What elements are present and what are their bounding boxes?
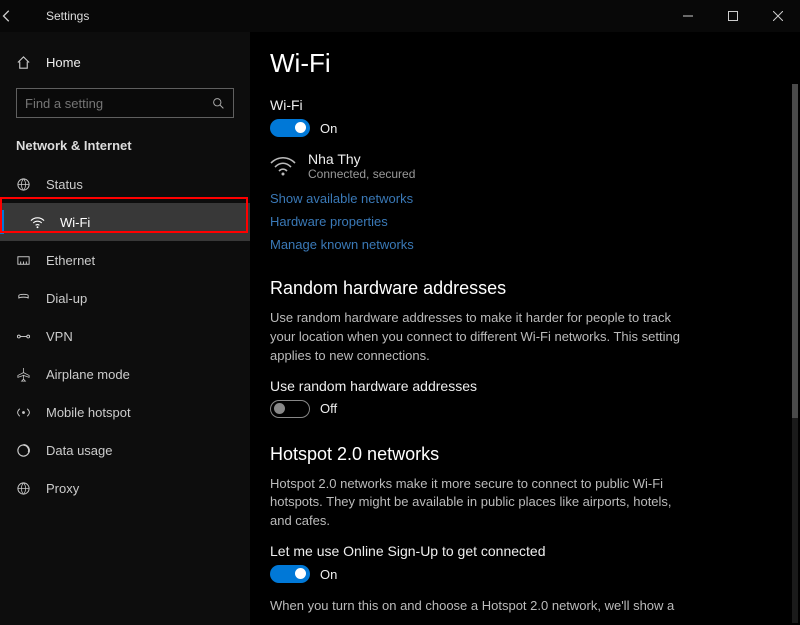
home-icon xyxy=(16,55,32,70)
sidebar-nav: Status Wi-Fi Ethernet Dial-up xyxy=(0,165,250,507)
datausage-icon xyxy=(16,443,32,458)
random-hw-desc: Use random hardware addresses to make it… xyxy=(270,309,690,366)
sidebar-home-label: Home xyxy=(46,55,81,70)
dialup-icon xyxy=(16,291,32,306)
proxy-icon xyxy=(16,481,32,496)
hotspot-heading: Hotspot 2.0 networks xyxy=(270,444,776,465)
sidebar-item-label: Proxy xyxy=(46,481,79,496)
airplane-icon xyxy=(16,367,32,382)
hotspot-desc: Hotspot 2.0 networks make it more secure… xyxy=(270,475,690,532)
sidebar-item-label: VPN xyxy=(46,329,73,344)
hotspot-toggle-label: Let me use Online Sign-Up to get connect… xyxy=(270,543,776,559)
content-pane: Wi-Fi Wi-Fi On Nha Thy Connected, secure… xyxy=(250,32,800,625)
ethernet-icon xyxy=(16,253,32,268)
sidebar-item-hotspot[interactable]: Mobile hotspot xyxy=(0,393,250,431)
hotspot-icon xyxy=(16,405,32,420)
random-hw-heading: Random hardware addresses xyxy=(270,278,776,299)
sidebar-item-wifi[interactable]: Wi-Fi xyxy=(0,203,250,241)
network-status: Connected, secured xyxy=(308,167,415,181)
sidebar-item-label: Data usage xyxy=(46,443,113,458)
scrollbar-thumb[interactable] xyxy=(792,84,798,418)
sidebar-item-label: Mobile hotspot xyxy=(46,405,131,420)
random-hw-toggle-label: Use random hardware addresses xyxy=(270,378,776,394)
hotspot-toggle[interactable] xyxy=(270,565,310,583)
link-hardware-properties[interactable]: Hardware properties xyxy=(270,214,776,229)
random-hw-toggle-state: Off xyxy=(320,401,337,416)
sidebar-item-label: Dial-up xyxy=(46,291,87,306)
network-name: Nha Thy xyxy=(308,151,415,167)
wifi-label: Wi-Fi xyxy=(270,97,776,113)
hotspot-toggle-state: On xyxy=(320,567,337,582)
sidebar-home[interactable]: Home xyxy=(0,42,250,82)
close-button[interactable] xyxy=(755,0,800,32)
wifi-toggle-state: On xyxy=(320,121,337,136)
wifi-signal-icon xyxy=(270,155,296,177)
sidebar-item-datausage[interactable]: Data usage xyxy=(0,431,250,469)
current-network[interactable]: Nha Thy Connected, secured xyxy=(270,151,776,181)
random-hw-toggle[interactable] xyxy=(270,400,310,418)
sidebar-item-proxy[interactable]: Proxy xyxy=(0,469,250,507)
search-icon xyxy=(212,97,225,110)
vpn-icon xyxy=(16,329,32,344)
link-known-networks[interactable]: Manage known networks xyxy=(270,237,776,252)
titlebar: Settings xyxy=(0,0,800,32)
selection-accent xyxy=(0,210,4,234)
search-input[interactable] xyxy=(25,96,212,111)
sidebar-item-airplane[interactable]: Airplane mode xyxy=(0,355,250,393)
back-button[interactable] xyxy=(0,9,46,23)
scrollbar[interactable] xyxy=(792,84,798,623)
sidebar-item-label: Status xyxy=(46,177,83,192)
window-title: Settings xyxy=(46,9,89,23)
sidebar-item-ethernet[interactable]: Ethernet xyxy=(0,241,250,279)
page-title: Wi-Fi xyxy=(270,48,776,79)
sidebar-item-label: Wi-Fi xyxy=(60,215,90,230)
wifi-toggle[interactable] xyxy=(270,119,310,137)
link-show-networks[interactable]: Show available networks xyxy=(270,191,776,206)
sidebar: Home Network & Internet Status Wi-Fi xyxy=(0,32,250,625)
search-box[interactable] xyxy=(16,88,234,118)
sidebar-item-label: Airplane mode xyxy=(46,367,130,382)
status-icon xyxy=(16,177,32,192)
wifi-icon xyxy=(30,215,46,230)
sidebar-category: Network & Internet xyxy=(0,128,250,161)
maximize-button[interactable] xyxy=(710,0,755,32)
sidebar-item-vpn[interactable]: VPN xyxy=(0,317,250,355)
sidebar-item-status[interactable]: Status xyxy=(0,165,250,203)
sidebar-item-dialup[interactable]: Dial-up xyxy=(0,279,250,317)
minimize-button[interactable] xyxy=(665,0,710,32)
sidebar-item-label: Ethernet xyxy=(46,253,95,268)
hotspot-desc2: When you turn this on and choose a Hotsp… xyxy=(270,597,690,616)
